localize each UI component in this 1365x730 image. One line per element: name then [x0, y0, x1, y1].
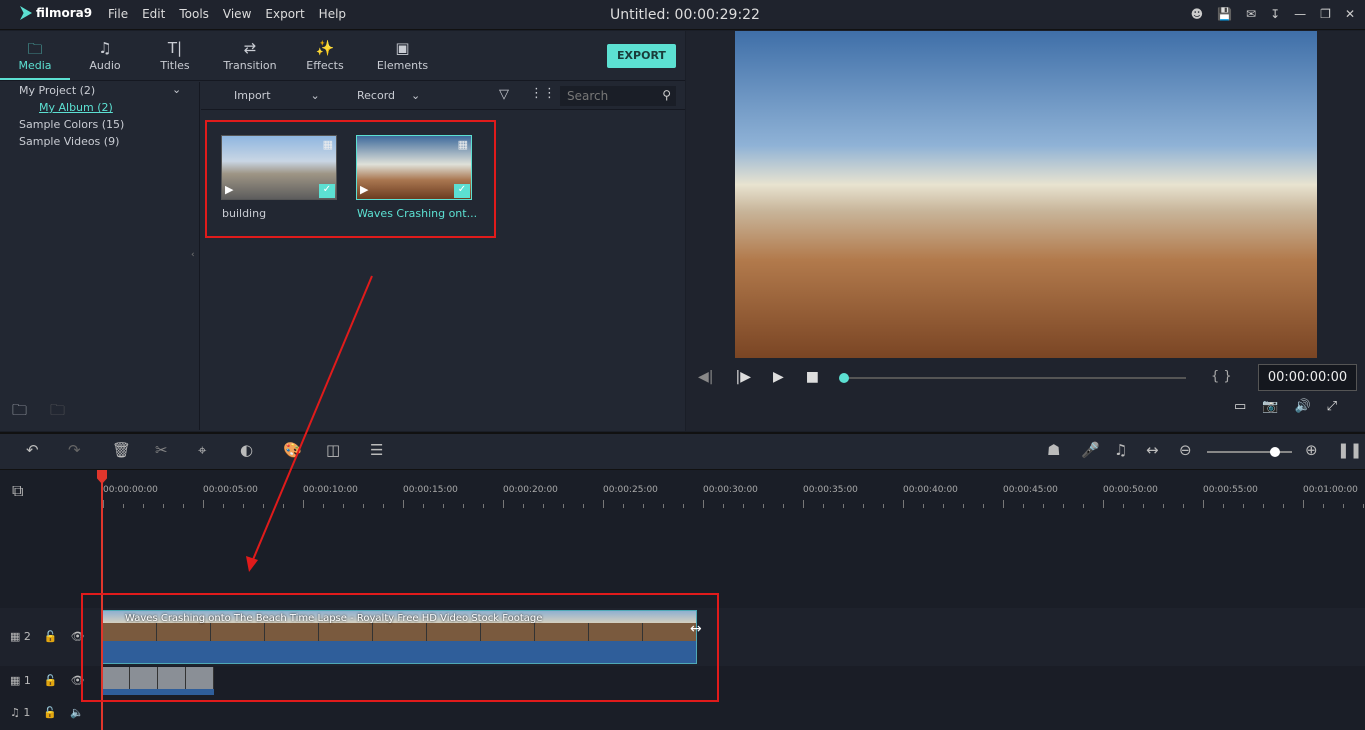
annotation-arrow-line	[251, 275, 373, 563]
annotation-overlay	[81, 120, 719, 702]
annotation-box-timeline	[81, 593, 719, 702]
annotation-box-media	[205, 120, 496, 238]
annotation-arrow-head	[246, 556, 258, 572]
